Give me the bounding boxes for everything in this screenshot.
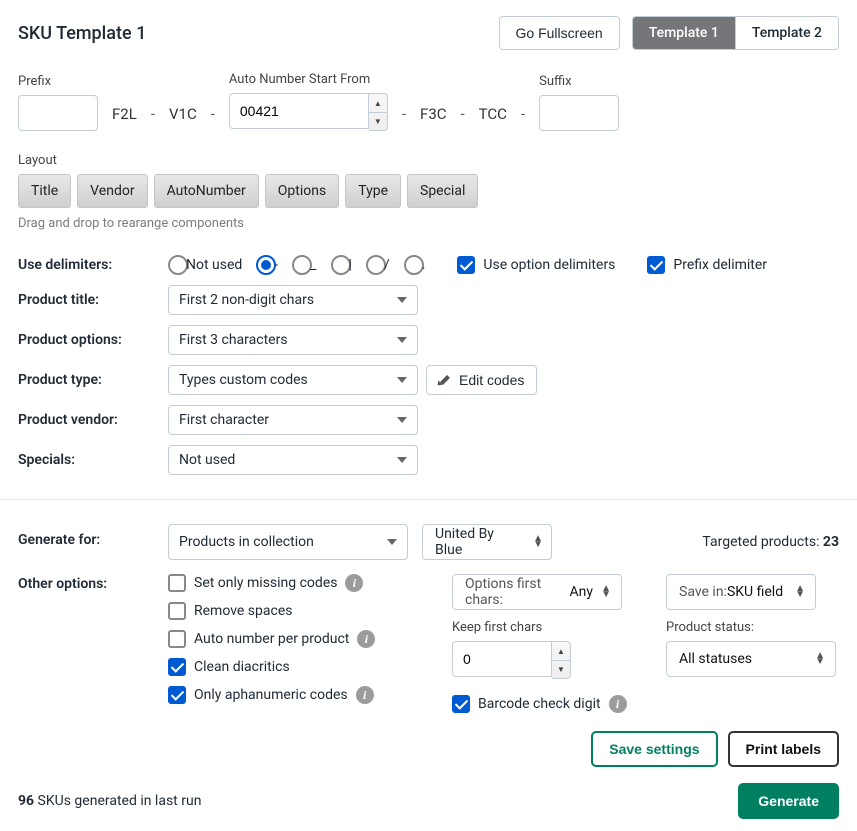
checkbox-barcode-check[interactable]: [452, 695, 470, 713]
autonum-step-down[interactable]: ▼: [369, 112, 387, 130]
layout-chip-vendor[interactable]: Vendor: [77, 174, 147, 208]
prefix-label: Prefix: [18, 74, 98, 89]
keep-first-label: Keep first chars: [452, 620, 652, 635]
product-status-select[interactable]: All statuses ▲▼: [666, 641, 836, 677]
info-icon[interactable]: i: [356, 686, 374, 704]
pattern-separator: -: [211, 105, 215, 131]
radio-delimiter-slash[interactable]: [366, 255, 386, 275]
product-title-select[interactable]: First 2 non-digit chars: [168, 285, 418, 315]
save-in-select[interactable]: Save in: SKU field ▲▼: [666, 574, 816, 610]
product-title-label: Product title:: [18, 292, 158, 308]
checkbox-set-missing[interactable]: [168, 574, 186, 592]
layout-hint: Drag and drop to rearange components: [18, 216, 839, 231]
radio-delimiter-label: -: [274, 257, 278, 273]
pattern-separator: -: [461, 105, 465, 131]
pattern-token-tcc: TCC: [479, 105, 507, 131]
pattern-separator: -: [521, 105, 525, 131]
checkbox-clean-diacritics-label: Clean diacritics: [194, 659, 290, 675]
other-options-label: Other options:: [18, 574, 158, 592]
checkbox-set-missing-label: Set only missing codes: [194, 575, 337, 591]
updown-icon: ▲▼: [795, 586, 805, 598]
checkbox-remove-spaces[interactable]: [168, 602, 186, 620]
radio-delimiter-dash[interactable]: [256, 255, 276, 275]
checkbox-remove-spaces-label: Remove spaces: [194, 603, 292, 619]
product-vendor-select[interactable]: First character: [168, 405, 418, 435]
tab-template-1[interactable]: Template 1: [633, 17, 735, 49]
fullscreen-button[interactable]: Go Fullscreen: [499, 16, 620, 50]
edit-codes-button[interactable]: Edit codes: [426, 365, 537, 395]
layout-chip-autonumber[interactable]: AutoNumber: [154, 174, 259, 208]
tab-template-2[interactable]: Template 2: [735, 17, 838, 49]
radio-delimiter-label: |: [349, 257, 352, 273]
info-icon[interactable]: i: [357, 630, 375, 648]
checkbox-auto-per-product[interactable]: [168, 630, 186, 648]
checkbox-option-delimiters[interactable]: [457, 256, 475, 274]
targeted-products-text: Targeted products: 23: [702, 534, 839, 550]
radio-delimiter-label: Not used: [186, 257, 242, 273]
keep-first-step-up[interactable]: ▲: [552, 642, 570, 660]
updown-icon: ▲▼: [815, 653, 825, 665]
checkbox-barcode-check-label: Barcode check digit: [478, 696, 601, 712]
prefix-input[interactable]: [18, 95, 98, 131]
layout-label: Layout: [18, 153, 839, 168]
last-run-text: 96 SKUs generated in last run: [18, 793, 201, 809]
product-options-label: Product options:: [18, 332, 158, 348]
pattern-separator: -: [402, 105, 406, 131]
page-title: SKU Template 1: [18, 23, 146, 44]
keep-first-step-down[interactable]: ▼: [552, 660, 570, 678]
info-icon[interactable]: i: [345, 574, 363, 592]
radio-delimiter-label: .: [422, 257, 426, 273]
template-tabs: Template 1 Template 2: [632, 16, 839, 50]
autonum-input[interactable]: [229, 93, 369, 129]
pattern-token-f2l: F2L: [112, 105, 137, 131]
edit-codes-label: Edit codes: [459, 372, 524, 388]
checkbox-clean-diacritics[interactable]: [168, 658, 186, 676]
pattern-token-v1c: V1C: [169, 105, 197, 131]
pattern-token-f3c: F3C: [420, 105, 446, 131]
updown-icon: ▲▼: [533, 536, 541, 548]
autonum-step-up[interactable]: ▲: [369, 94, 387, 112]
checkbox-option-delimiters-label: Use option delimiters: [483, 257, 615, 273]
radio-delimiter-pipe[interactable]: [331, 255, 351, 275]
layout-chip-special[interactable]: Special: [407, 174, 478, 208]
print-labels-button[interactable]: Print labels: [728, 731, 839, 767]
checkbox-only-alnum[interactable]: [168, 686, 186, 704]
options-first-chars-select[interactable]: Options first chars: Any ▲▼: [452, 574, 622, 610]
updown-icon: ▲▼: [601, 586, 611, 598]
suffix-label: Suffix: [539, 74, 619, 89]
specials-select[interactable]: Not used: [168, 445, 418, 475]
radio-delimiter-none[interactable]: [168, 255, 188, 275]
radio-delimiter-dot[interactable]: [404, 255, 424, 275]
checkbox-only-alnum-label: Only aphanumeric codes: [194, 687, 348, 703]
pencil-icon: [439, 373, 453, 387]
radio-delimiter-underscore[interactable]: [292, 255, 312, 275]
radio-delimiter-label: _: [310, 257, 316, 273]
checkbox-prefix-delimiter-label: Prefix delimiter: [673, 257, 767, 273]
layout-chip-title[interactable]: Title: [18, 174, 71, 208]
save-settings-button[interactable]: Save settings: [591, 731, 717, 767]
checkbox-auto-per-product-label: Auto number per product: [194, 631, 349, 647]
suffix-input[interactable]: [539, 95, 619, 131]
info-icon[interactable]: i: [609, 695, 627, 713]
product-status-label: Product status:: [666, 620, 839, 635]
layout-chip-options[interactable]: Options: [265, 174, 339, 208]
keep-first-input[interactable]: [452, 641, 552, 677]
checkbox-prefix-delimiter[interactable]: [647, 256, 665, 274]
generate-for-label: Generate for:: [18, 524, 158, 548]
section-divider: [0, 499, 857, 500]
layout-chip-type[interactable]: Type: [345, 174, 401, 208]
product-vendor-label: Product vendor:: [18, 412, 158, 428]
product-type-select[interactable]: Types custom codes: [168, 365, 418, 395]
generate-for-select[interactable]: Products in collection: [168, 524, 408, 560]
radio-delimiter-label: /: [384, 257, 390, 273]
specials-label: Specials:: [18, 452, 158, 468]
product-options-select[interactable]: First 3 characters: [168, 325, 418, 355]
collection-value: United By Blue: [435, 526, 523, 558]
generate-button[interactable]: Generate: [738, 783, 839, 819]
autonum-label: Auto Number Start From: [229, 72, 388, 87]
collection-select[interactable]: United By Blue ▲▼: [422, 524, 552, 560]
delimiters-label: Use delimiters:: [18, 257, 158, 273]
pattern-separator: -: [151, 105, 155, 131]
product-type-label: Product type:: [18, 372, 158, 388]
